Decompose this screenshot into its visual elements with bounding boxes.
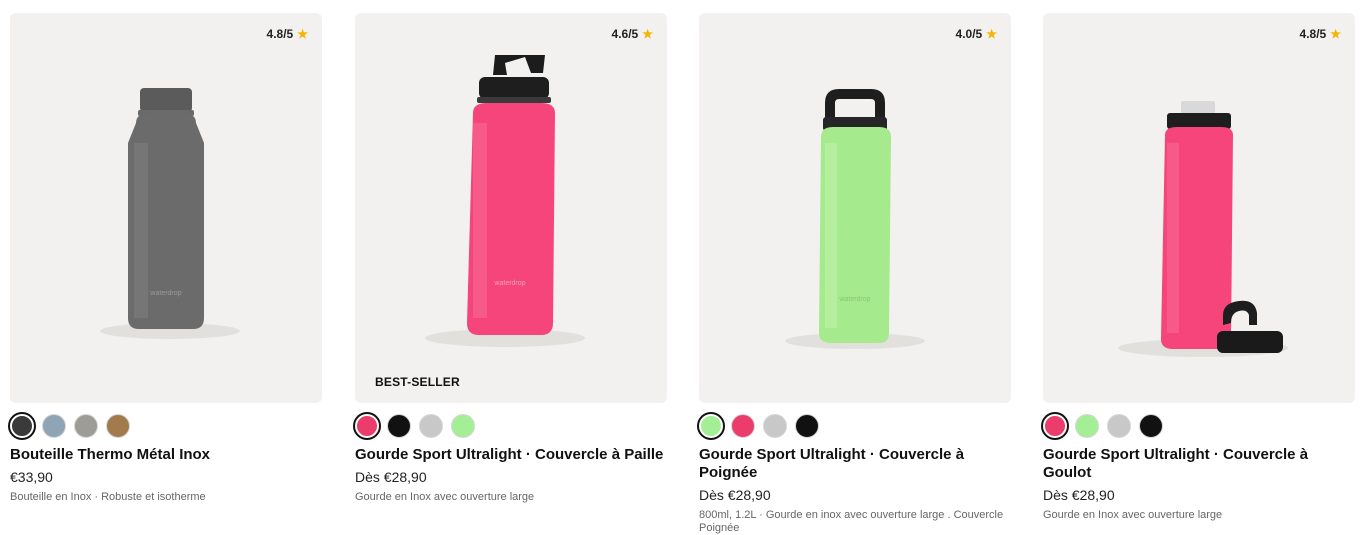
product-title[interactable]: Gourde Sport Ultralight · Couvercle à Pa… (355, 446, 667, 464)
svg-text:waterdrop: waterdrop (149, 290, 181, 297)
star-icon: ★ (297, 27, 308, 41)
color-swatch[interactable] (74, 414, 98, 438)
product-title[interactable]: Bouteille Thermo Métal Inox (10, 446, 322, 464)
svg-text:waterdrop: waterdrop (493, 280, 525, 287)
product-description: 800ml, 1.2L · Gourde en inox avec ouvert… (699, 509, 1004, 534)
product-image[interactable]: waterdrop 4.0/5 ★ (699, 13, 1011, 403)
product-title[interactable]: Gourde Sport Ultralight · Couvercle à Po… (699, 446, 1011, 482)
color-swatch[interactable] (1075, 414, 1099, 438)
color-swatch[interactable] (697, 412, 725, 440)
svg-text:waterdrop: waterdrop (838, 296, 870, 303)
color-swatch[interactable] (106, 414, 130, 438)
bottle-illustration: waterdrop (100, 88, 240, 339)
rating-value: 4.8/5 (1299, 27, 1327, 41)
product-grid: waterdrop 4.8/5 ★ Bouteille Thermo Métal… (0, 0, 1367, 535)
color-swatch[interactable] (451, 414, 475, 438)
product-description: Gourde en Inox avec ouverture large (1043, 509, 1223, 521)
product-image[interactable]: 4.8/5 ★ (1043, 13, 1355, 403)
color-swatch[interactable] (1107, 414, 1131, 438)
color-swatch[interactable] (1139, 414, 1163, 438)
color-swatches (353, 412, 667, 440)
rating: 4.8/5 ★ (267, 27, 308, 41)
rating: 4.0/5 ★ (956, 27, 997, 41)
color-swatch[interactable] (353, 412, 381, 440)
color-swatch[interactable] (8, 412, 36, 440)
rating: 4.8/5 ★ (1300, 27, 1341, 41)
product-card[interactable]: waterdrop 4.6/5 ★ BEST-SELLER Gourde Spo… (353, 13, 667, 504)
product-card[interactable]: 4.8/5 ★ Gourde Sport Ultralight · Couver… (1041, 13, 1355, 522)
color-swatch[interactable] (42, 414, 66, 438)
bottle-illustration (1118, 101, 1288, 357)
bottle-illustration: waterdrop (785, 89, 925, 349)
product-image[interactable]: waterdrop 4.8/5 ★ (10, 13, 322, 403)
color-swatch[interactable] (731, 414, 755, 438)
color-swatch[interactable] (419, 414, 443, 438)
best-seller-badge: BEST-SELLER (375, 375, 460, 389)
color-swatch[interactable] (387, 414, 411, 438)
star-icon: ★ (1330, 27, 1341, 41)
product-price: Dès €28,90 (699, 487, 771, 503)
rating: 4.6/5 ★ (612, 27, 653, 41)
rating-value: 4.8/5 (266, 27, 294, 41)
product-title[interactable]: Gourde Sport Ultralight · Couvercle à Go… (1043, 446, 1355, 482)
product-card[interactable]: waterdrop 4.0/5 ★ Gourde Sport Ultraligh… (697, 13, 1011, 535)
rating-value: 4.6/5 (611, 27, 639, 41)
bottle-illustration: waterdrop (425, 55, 585, 347)
product-card[interactable]: waterdrop 4.8/5 ★ Bouteille Thermo Métal… (8, 13, 322, 504)
color-swatch[interactable] (795, 414, 819, 438)
product-price: Dès €28,90 (1043, 487, 1115, 503)
color-swatch[interactable] (763, 414, 787, 438)
color-swatches (8, 412, 322, 440)
product-description: Gourde en Inox avec ouverture large (355, 491, 535, 503)
color-swatch[interactable] (1041, 412, 1069, 440)
product-price: Dès €28,90 (355, 469, 427, 485)
color-swatches (1041, 412, 1355, 440)
rating-value: 4.0/5 (955, 27, 983, 41)
star-icon: ★ (986, 27, 997, 41)
product-image[interactable]: waterdrop 4.6/5 ★ BEST-SELLER (355, 13, 667, 403)
color-swatches (697, 412, 1011, 440)
product-description: Bouteille en Inox · Robuste et isotherme (10, 491, 206, 503)
product-price: €33,90 (10, 469, 53, 485)
star-icon: ★ (642, 27, 653, 41)
